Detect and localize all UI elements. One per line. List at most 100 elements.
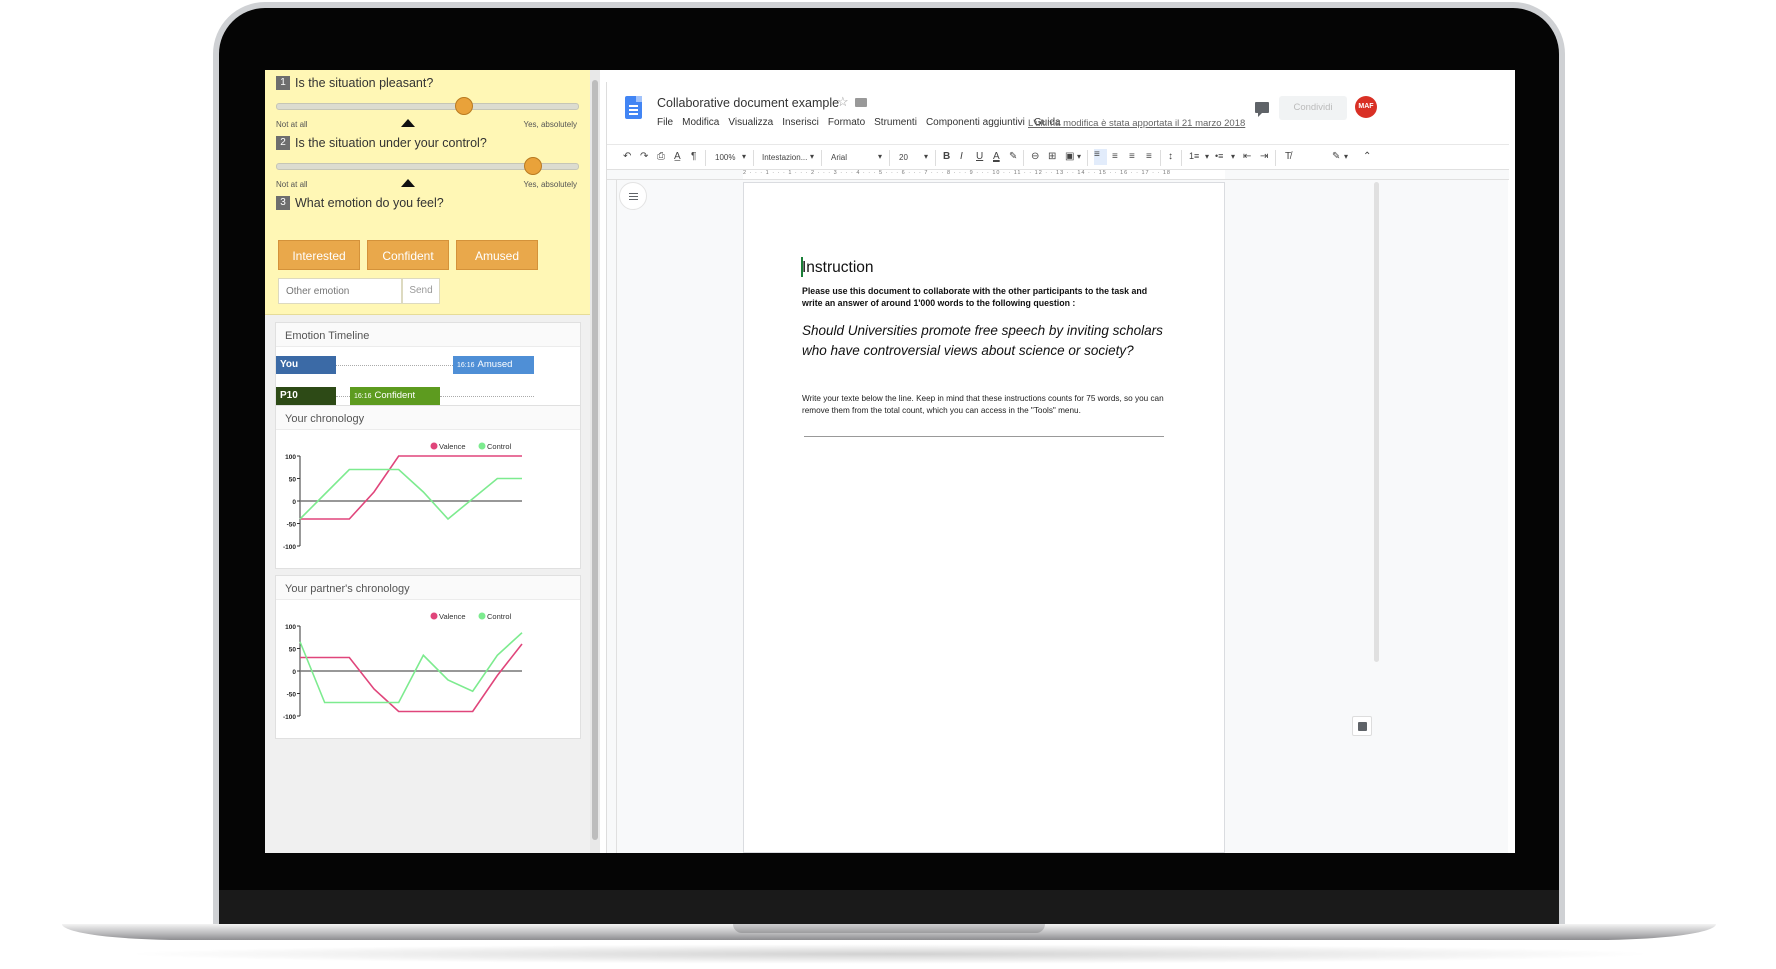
menu-strumenti[interactable]: Strumenti: [874, 117, 917, 128]
y-tick-label: -100: [283, 714, 296, 721]
send-button[interactable]: Send: [402, 278, 440, 304]
note-paragraph[interactable]: Write your texte below the line. Keep in…: [802, 393, 1174, 416]
legend-marker-control: [478, 612, 486, 620]
explore-icon[interactable]: [1352, 716, 1372, 736]
comment-add-icon[interactable]: ⊞: [1048, 151, 1056, 162]
collapse-icon[interactable]: ⌃: [1363, 151, 1371, 162]
question-number: 2: [276, 136, 290, 150]
chevron-down-icon[interactable]: ▾: [1344, 152, 1348, 161]
emotion-tag[interactable]: 16:16 Confident: [350, 387, 440, 405]
last-edit-link[interactable]: L'ultima modifica è stata apportata il 2…: [1028, 118, 1245, 129]
underline-button[interactable]: U: [976, 151, 983, 162]
spellcheck-icon[interactable]: A̲: [674, 151, 681, 162]
legend-marker-valence: [430, 612, 438, 620]
series-line-control: [299, 468, 522, 521]
document-page[interactable]: Instruction Please use this document to …: [743, 182, 1225, 853]
clear-formatting-icon[interactable]: T̸: [1285, 151, 1291, 162]
slider-thumb[interactable]: [523, 157, 542, 175]
link-icon[interactable]: ⊖: [1031, 151, 1039, 162]
y-tick-label: 0: [292, 669, 296, 676]
numbered-list-icon[interactable]: 1≡: [1189, 151, 1199, 161]
control-slider[interactable]: [276, 157, 579, 175]
toolbar-divider: [889, 150, 890, 166]
avatar[interactable]: MAF: [1355, 96, 1377, 118]
emotion-tag[interactable]: 16:16 Amused: [453, 356, 534, 374]
highlight-icon[interactable]: ✎: [1009, 151, 1017, 162]
comments-icon[interactable]: [1255, 102, 1269, 117]
chevron-down-icon[interactable]: ▾: [1077, 152, 1081, 161]
question-paragraph[interactable]: Should Universities promote free speech …: [802, 321, 1172, 361]
document-heading[interactable]: Instruction: [802, 259, 874, 277]
font-size-select[interactable]: 20: [899, 153, 908, 162]
own-chronology-card: Your chronology Valence Control 100 50 0 -50 -…: [275, 405, 581, 569]
menu-bar: File Modifica Visualizza Inserisci Forma…: [657, 117, 1070, 128]
zoom-select[interactable]: 100%: [715, 153, 735, 162]
question-1: 1 Is the situation pleasant?: [276, 76, 433, 90]
editing-mode-icon[interactable]: ✎: [1332, 151, 1340, 162]
align-center-icon[interactable]: ≡: [1112, 151, 1118, 162]
slider-max-label: Yes, absolutely: [523, 120, 577, 129]
emotion-confident-button[interactable]: Confident: [367, 240, 449, 270]
toolbar-divider: [1275, 150, 1276, 166]
vertical-ruler: [607, 180, 617, 853]
toolbar-divider: [1087, 150, 1088, 166]
chevron-down-icon[interactable]: ▾: [924, 152, 928, 161]
toolbar-divider: [1160, 150, 1161, 166]
image-icon[interactable]: ▣: [1065, 151, 1074, 162]
folder-icon[interactable]: [855, 98, 867, 107]
menu-formato[interactable]: Formato: [828, 117, 865, 128]
docs-logo-icon[interactable]: [625, 96, 642, 119]
chevron-down-icon[interactable]: ▾: [878, 152, 882, 161]
bulleted-list-icon[interactable]: •≡: [1215, 151, 1223, 161]
menu-modifica[interactable]: Modifica: [682, 117, 719, 128]
emotion-amused-button[interactable]: Amused: [456, 240, 538, 270]
y-tick-label: 0: [292, 499, 296, 506]
question-number: 3: [276, 196, 290, 210]
menu-file[interactable]: File: [657, 117, 673, 128]
star-icon[interactable]: ☆: [837, 94, 849, 110]
partner-chronology-card: Your partner's chronology Valence Control…: [275, 575, 581, 739]
document-title[interactable]: Collaborative document example: [657, 96, 839, 110]
paint-format-icon[interactable]: ¶: [691, 151, 696, 162]
bold-button[interactable]: B: [943, 151, 950, 162]
pleasant-slider[interactable]: [276, 97, 579, 115]
panel-scroll-thumb[interactable]: [592, 80, 598, 840]
chevron-down-icon[interactable]: ▾: [810, 152, 814, 161]
horizontal-line: [804, 436, 1164, 437]
slider-thumb[interactable]: [454, 97, 473, 115]
align-right-icon[interactable]: ≡: [1129, 151, 1135, 162]
text-color-button[interactable]: A: [993, 151, 1000, 162]
emotion-time: 16:16: [457, 362, 475, 369]
style-select[interactable]: Intestazion...: [762, 153, 807, 162]
menu-visualizza[interactable]: Visualizza: [728, 117, 773, 128]
redo-icon[interactable]: ↷: [640, 151, 648, 162]
share-button[interactable]: Condividi: [1279, 96, 1347, 120]
panel-scrollbar[interactable]: [590, 70, 600, 853]
menu-componenti[interactable]: Componenti aggiuntivi: [926, 117, 1025, 128]
question-text: Is the situation under your control?: [295, 136, 487, 150]
print-icon[interactable]: ⎙: [657, 151, 665, 162]
laptop-chin: [219, 890, 1559, 928]
chevron-down-icon[interactable]: ▾: [1231, 152, 1235, 161]
font-select[interactable]: Arial: [831, 153, 847, 162]
align-justify-icon[interactable]: ≡: [1146, 151, 1152, 162]
emotion-interested-button[interactable]: Interested: [278, 240, 360, 270]
line-spacing-icon[interactable]: ↕: [1168, 151, 1173, 162]
increase-indent-icon[interactable]: ⇥: [1260, 151, 1268, 162]
legend-marker-valence: [430, 442, 438, 450]
align-left-icon[interactable]: ≡: [1094, 149, 1107, 165]
menu-inserisci[interactable]: Inserisci: [782, 117, 819, 128]
instruction-paragraph[interactable]: Please use this document to collaborate …: [802, 285, 1157, 309]
decrease-indent-icon[interactable]: ⇤: [1243, 151, 1251, 162]
chevron-down-icon[interactable]: ▾: [742, 152, 746, 161]
partner-chronology-chart: Valence Control 100 50 0 -50 -100: [283, 612, 523, 721]
card-title: Emotion Timeline: [276, 323, 580, 347]
question-text: What emotion do you feel?: [295, 196, 444, 210]
document-outline-button[interactable]: [619, 182, 647, 210]
undo-icon[interactable]: ↶: [623, 151, 631, 162]
document-scrollbar[interactable]: [1374, 182, 1379, 662]
italic-button[interactable]: I: [960, 151, 963, 162]
other-emotion-input[interactable]: [278, 278, 402, 304]
chevron-down-icon[interactable]: ▾: [1205, 152, 1209, 161]
emotion-time: 16:16: [354, 393, 372, 400]
